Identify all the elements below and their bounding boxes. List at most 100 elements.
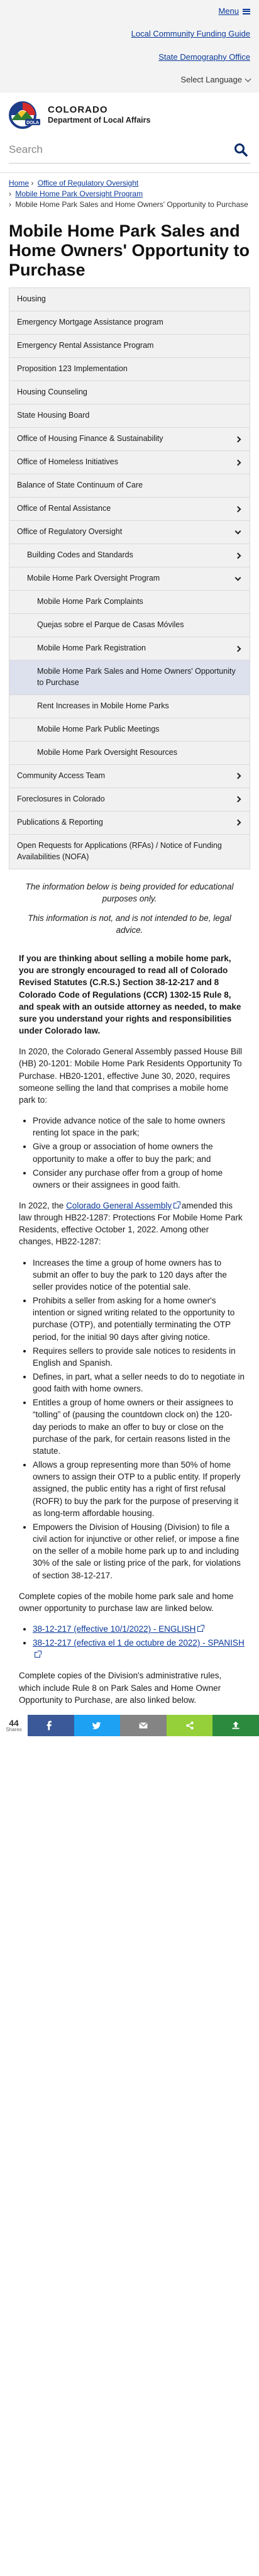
sidenav-item-community-access-team[interactable]: Community Access Team <box>9 764 250 788</box>
breadcrumb-separator: › <box>9 199 11 209</box>
search-button[interactable] <box>231 140 250 159</box>
list-item: Consider any purchase offer from a group… <box>33 1167 245 1191</box>
sidenav-item-mobile-home-park-complaints[interactable]: Mobile Home Park Complaints <box>9 591 250 615</box>
breadcrumb-row: › Mobile Home Park Sales and Home Owners… <box>9 199 250 210</box>
sidenav-item-label: Emergency Rental Assistance Program <box>17 341 154 350</box>
sidenav-item-label: Proposition 123 Implementation <box>17 364 128 374</box>
breadcrumb-home[interactable]: Home <box>9 179 29 187</box>
twitter-share-button[interactable] <box>74 1714 121 1736</box>
search-icon <box>234 143 248 157</box>
law-copies-links: 38-12-217 (effective 10/1/2022) - ENGLIS… <box>19 1623 245 1661</box>
twitter-icon <box>92 1722 101 1729</box>
share-share-button[interactable] <box>212 1714 259 1736</box>
sidenav-item-office-of-housing-finance-sustainability[interactable]: Office of Housing Finance & Sustainabili… <box>9 428 250 452</box>
sidenav-item-emergency-mortgage-assistance-program[interactable]: Emergency Mortgage Assistance program <box>9 311 250 335</box>
sidenav-item-open-requests-for-applications-rfas-notice-of-funding-availabilities-nofa[interactable]: Open Requests for Applications (RFAs) / … <box>9 834 250 869</box>
email-share-button[interactable] <box>120 1714 167 1736</box>
sidenav-item-balance-of-state-continuum-of-care[interactable]: Balance of State Continuum of Care <box>9 474 250 498</box>
sidenav-item-label: Rent Increases in Mobile Home Parks <box>37 701 169 710</box>
sidenav-item-office-of-rental-assistance[interactable]: Office of Rental Assistance <box>9 498 250 521</box>
disclaimer-not-legal-advice: This information is not, and is not inte… <box>28 913 231 935</box>
statute-spanish-link[interactable]: 38-12-217 (efectiva el 1 de octubre de 2… <box>33 1638 245 1659</box>
sidenav-item-publications-reporting[interactable]: Publications & Reporting <box>9 811 250 835</box>
search-bar <box>9 140 250 164</box>
site-logo[interactable]: DOLA COLORADO Department of Local Affair… <box>0 92 259 135</box>
chevron-down-icon[interactable] <box>234 528 241 534</box>
sidenav-item-label: Foreclosures in Colorado <box>17 794 105 803</box>
lead-paragraph: If you are thinking about selling a mobi… <box>19 954 241 1036</box>
sidenav-item-building-codes-and-standards[interactable]: Building Codes and Standards <box>9 544 250 568</box>
colorado-general-assembly-link[interactable]: Colorado General Assembly <box>66 1200 181 1210</box>
list-item: Requires sellers to provide sale notices… <box>33 1345 245 1369</box>
facebook-share-button[interactable] <box>28 1714 74 1736</box>
list-item: Provide advance notice of the sale to ho… <box>33 1115 245 1139</box>
list-item: Give a group or association of home owne… <box>33 1140 245 1164</box>
breadcrumb-current: Mobile Home Park Sales and Home Owners' … <box>15 199 248 209</box>
sidenav-item-label: Balance of State Continuum of Care <box>17 481 143 490</box>
sidenav-item-label: Open Requests for Applications (RFAs) / … <box>17 840 222 861</box>
chevron-right-icon[interactable] <box>234 796 241 803</box>
sidenav-item-label: Quejas sobre el Parque de Casas Móviles <box>37 620 184 630</box>
sidenav-item-foreclosures-in-colorado[interactable]: Foreclosures in Colorado <box>9 788 250 811</box>
sidenav-item-state-housing-board[interactable]: State Housing Board <box>9 404 250 428</box>
hb22-1287-changes-list: Increases the time a group of home owner… <box>19 1257 245 1581</box>
sidenav-item-mobile-home-park-oversight-resources[interactable]: Mobile Home Park Oversight Resources <box>9 741 250 765</box>
breadcrumb-row: › Mobile Home Park Oversight Program <box>9 189 250 199</box>
list-item: Increases the time a group of home owner… <box>33 1257 245 1293</box>
sidenav-item-label: Mobile Home Park Registration <box>37 644 146 653</box>
external-link-icon <box>174 1201 181 1208</box>
chevron-right-icon[interactable] <box>234 459 241 466</box>
sidenav-item-label: Office of Housing Finance & Sustainabili… <box>17 434 163 443</box>
hb22-1287-intro: In 2022, the <box>19 1200 67 1210</box>
chevron-right-icon[interactable] <box>234 552 241 559</box>
chevron-right-icon[interactable] <box>234 772 241 779</box>
sidenav-item-office-of-regulatory-oversight[interactable]: Office of Regulatory Oversight <box>9 521 250 545</box>
list-item: 38-12-217 (efectiva el 1 de octubre de 2… <box>33 1637 245 1661</box>
logo-subtitle: Department of Local Affairs <box>48 116 151 125</box>
share-count-number: 44 <box>9 1717 19 1728</box>
sidenav-item-label: Mobile Home Park Public Meetings <box>37 724 160 733</box>
sidenav-item-emergency-rental-assistance-program[interactable]: Emergency Rental Assistance Program <box>9 335 250 359</box>
breadcrumb-mhp-oversight[interactable]: Mobile Home Park Oversight Program <box>15 189 143 198</box>
list-item: 38-12-217 (effective 10/1/2022) - ENGLIS… <box>33 1623 245 1635</box>
rules-copies-paragraph: Complete copies of the Division's admini… <box>19 1671 222 1705</box>
list-item: Defines, in part, what a seller needs to… <box>33 1371 245 1395</box>
sidenav-item-label: Office of Rental Assistance <box>17 504 111 513</box>
sidenav-item-rent-increases-in-mobile-home-parks[interactable]: Rent Increases in Mobile Home Parks <box>9 694 250 718</box>
sidenav-item-office-of-homeless-initiatives[interactable]: Office of Homeless Initiatives <box>9 451 250 475</box>
breadcrumb-separator: › <box>31 178 36 187</box>
statute-english-link-text: 38-12-217 (effective 10/1/2022) - ENGLIS… <box>33 1624 196 1634</box>
sidenav-item-label: Office of Homeless Initiatives <box>17 457 118 467</box>
external-link-icon <box>35 1651 41 1658</box>
breadcrumb-regulatory-oversight[interactable]: Office of Regulatory Oversight <box>38 179 139 187</box>
sidenav-item-housing-counseling[interactable]: Housing Counseling <box>9 381 250 405</box>
chevron-down-icon[interactable] <box>234 574 241 581</box>
statute-english-link[interactable]: 38-12-217 (effective 10/1/2022) - ENGLIS… <box>33 1624 205 1634</box>
sidenav-item-mobile-home-park-public-meetings[interactable]: Mobile Home Park Public Meetings <box>9 718 250 742</box>
menu-button[interactable]: Menu <box>218 6 250 17</box>
local-community-funding-guide-link[interactable]: Local Community Funding Guide <box>9 28 250 40</box>
sidenav-item-mobile-home-park-sales-and-home-owners-opportunity-to-purchase[interactable]: Mobile Home Park Sales and Home Owners' … <box>9 661 250 695</box>
sharethis-share-button[interactable] <box>166 1714 213 1736</box>
sidenav-item-label: Mobile Home Park Sales and Home Owners' … <box>37 667 236 687</box>
colorado-general-assembly-link-text: Colorado General Assembly <box>66 1200 172 1210</box>
chevron-right-icon[interactable] <box>234 645 241 652</box>
state-demography-office-link[interactable]: State Demography Office <box>9 52 250 63</box>
chevron-right-icon[interactable] <box>234 436 241 442</box>
list-item: Allows a group representing more than 50… <box>33 1459 245 1519</box>
sidenav-item-mobile-home-park-oversight-program[interactable]: Mobile Home Park Oversight Program <box>9 567 250 591</box>
sidenav-item-label: Mobile Home Park Oversight Program <box>27 574 160 583</box>
sidenav-item-housing[interactable]: Housing <box>9 288 250 312</box>
chevron-right-icon[interactable] <box>234 506 241 512</box>
language-select[interactable]: Select Language <box>180 74 251 86</box>
share-count: 44 Shares <box>0 1714 28 1736</box>
sidenav-item-quejas-sobre-el-parque-de-casas-m-viles[interactable]: Quejas sobre el Parque de Casas Móviles <box>9 614 250 638</box>
chevron-right-icon[interactable] <box>234 819 241 826</box>
sidenav-item-mobile-home-park-registration[interactable]: Mobile Home Park Registration <box>9 637 250 661</box>
hamburger-icon <box>243 8 250 14</box>
chevron-down-icon <box>245 75 251 82</box>
section-navigation: Housing Emergency Mortgage Assistance pro… <box>9 287 250 869</box>
search-input[interactable] <box>9 143 231 156</box>
list-item: Entitles a group of home owners or their… <box>33 1397 245 1457</box>
sidenav-item-proposition-123-implementation[interactable]: Proposition 123 Implementation <box>9 358 250 382</box>
